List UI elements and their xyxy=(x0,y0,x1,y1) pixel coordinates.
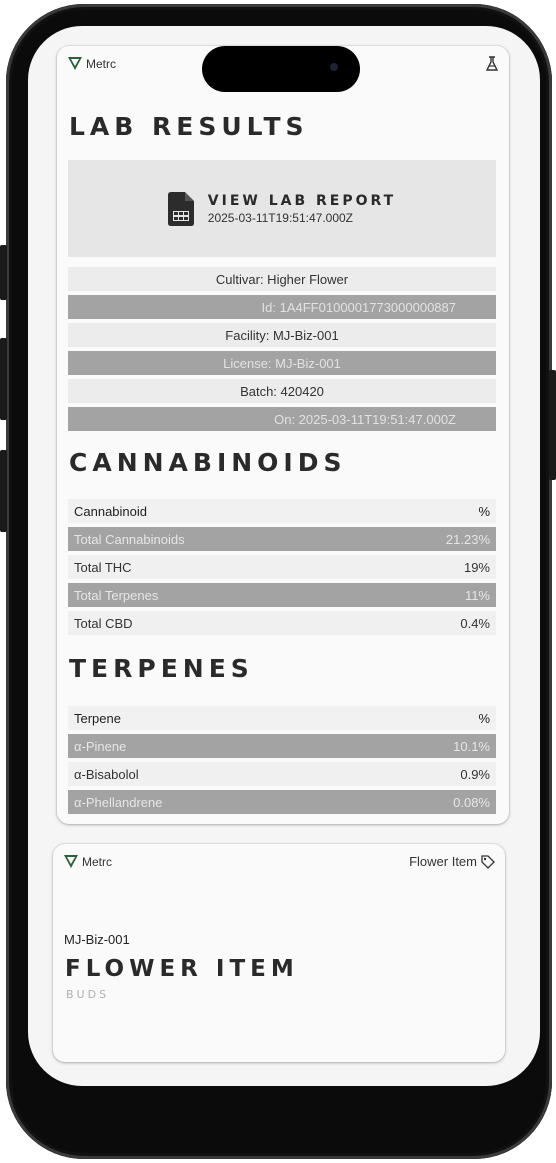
row-label: α-Phellandrene xyxy=(74,794,163,810)
cannabinoids-table: Cannabinoid % Total Cannabinoids 21.23% … xyxy=(68,499,496,639)
row-value: 0.4% xyxy=(460,615,490,631)
report-date: 2025-03-11T19:51:47.000Z xyxy=(207,210,353,225)
row-label: Total THC xyxy=(74,559,132,575)
card-header: Metrc Flower Item xyxy=(63,854,495,874)
facility-row: Facility: MJ-Biz-001 xyxy=(68,323,496,347)
row-value: 10.1% xyxy=(453,738,490,754)
column-header: Terpene xyxy=(74,710,121,726)
lab-results-card: Metrc LAB RESULTS VIEW LAB REPORT 2025-0… xyxy=(57,46,509,824)
column-header: % xyxy=(478,710,490,726)
row-value: 21.23% xyxy=(445,531,490,547)
camera-dot xyxy=(330,63,338,71)
tag-label: Flower Item xyxy=(409,854,477,869)
row-value: 11% xyxy=(464,587,490,603)
view-lab-report-button[interactable]: VIEW LAB REPORT 2025-03-11T19:51:47.000Z xyxy=(68,160,496,257)
brand-name: Metrc xyxy=(82,854,112,869)
report-label: VIEW LAB REPORT xyxy=(207,192,397,209)
item-subtitle: BUDS xyxy=(66,988,110,1001)
table-row: α-Phellandrene 0.08% xyxy=(68,790,496,814)
flask-icon[interactable] xyxy=(485,56,499,72)
row-value: 0.9% xyxy=(460,766,490,782)
report-text: VIEW LAB REPORT 2025-03-11T19:51:47.000Z xyxy=(208,193,396,225)
table-header: Cannabinoid % xyxy=(68,499,496,523)
table-header: Terpene % xyxy=(68,706,496,730)
lab-info-list: Cultivar: Higher Flower Id: 1A4FF0100001… xyxy=(68,267,496,435)
table-row: Total Cannabinoids 21.23% xyxy=(68,527,496,551)
row-label: Total CBD xyxy=(74,615,133,631)
table-row: Total THC 19% xyxy=(68,555,496,579)
volume-up-button xyxy=(0,338,7,420)
metrc-logo: Metrc xyxy=(63,854,112,869)
action-button xyxy=(0,245,7,300)
metrc-shield-icon xyxy=(68,57,82,70)
row-label: Total Cannabinoids xyxy=(74,531,185,547)
terpenes-title: TERPENES xyxy=(69,654,254,683)
date-row: On: 2025-03-11T19:51:47.000Z xyxy=(68,407,496,431)
item-tag: Flower Item xyxy=(409,854,495,869)
row-label: α-Bisabolol xyxy=(74,766,139,782)
metrc-logo: Metrc xyxy=(67,56,116,71)
id-row: Id: 1A4FF0100001773000000887 xyxy=(68,295,496,319)
tag-icon xyxy=(481,854,495,869)
flower-item-card[interactable]: Metrc Flower Item MJ-Biz-001 FLOWER ITEM… xyxy=(53,844,505,1062)
column-header: % xyxy=(478,503,490,519)
lab-results-title: LAB RESULTS xyxy=(69,112,309,141)
license-row: License: MJ-Biz-001 xyxy=(68,351,496,375)
terpenes-table: Terpene % α-Pinene 10.1% α-Bisabolol 0.9… xyxy=(68,706,496,818)
power-button xyxy=(549,370,556,480)
cultivar-row: Cultivar: Higher Flower xyxy=(68,267,496,291)
batch-row: Batch: 420420 xyxy=(68,379,496,403)
volume-down-button xyxy=(0,450,7,532)
table-row: α-Bisabolol 0.9% xyxy=(68,762,496,786)
facility-id: MJ-Biz-001 xyxy=(64,932,130,947)
row-label: Total Terpenes xyxy=(74,587,159,603)
table-row: α-Pinene 10.1% xyxy=(68,734,496,758)
column-header: Cannabinoid xyxy=(74,503,148,519)
cannabinoids-title: CANNABINOIDS xyxy=(69,448,347,477)
table-row: Total CBD 0.4% xyxy=(68,611,496,635)
row-value: 0.08% xyxy=(453,794,490,810)
row-value: 19% xyxy=(463,559,490,575)
spreadsheet-file-icon xyxy=(167,191,194,226)
metrc-shield-icon xyxy=(64,855,78,868)
item-title: FLOWER ITEM xyxy=(65,956,299,982)
table-row: Total Terpenes 11% xyxy=(68,583,496,607)
brand-name: Metrc xyxy=(86,56,116,71)
row-label: α-Pinene xyxy=(74,738,127,754)
